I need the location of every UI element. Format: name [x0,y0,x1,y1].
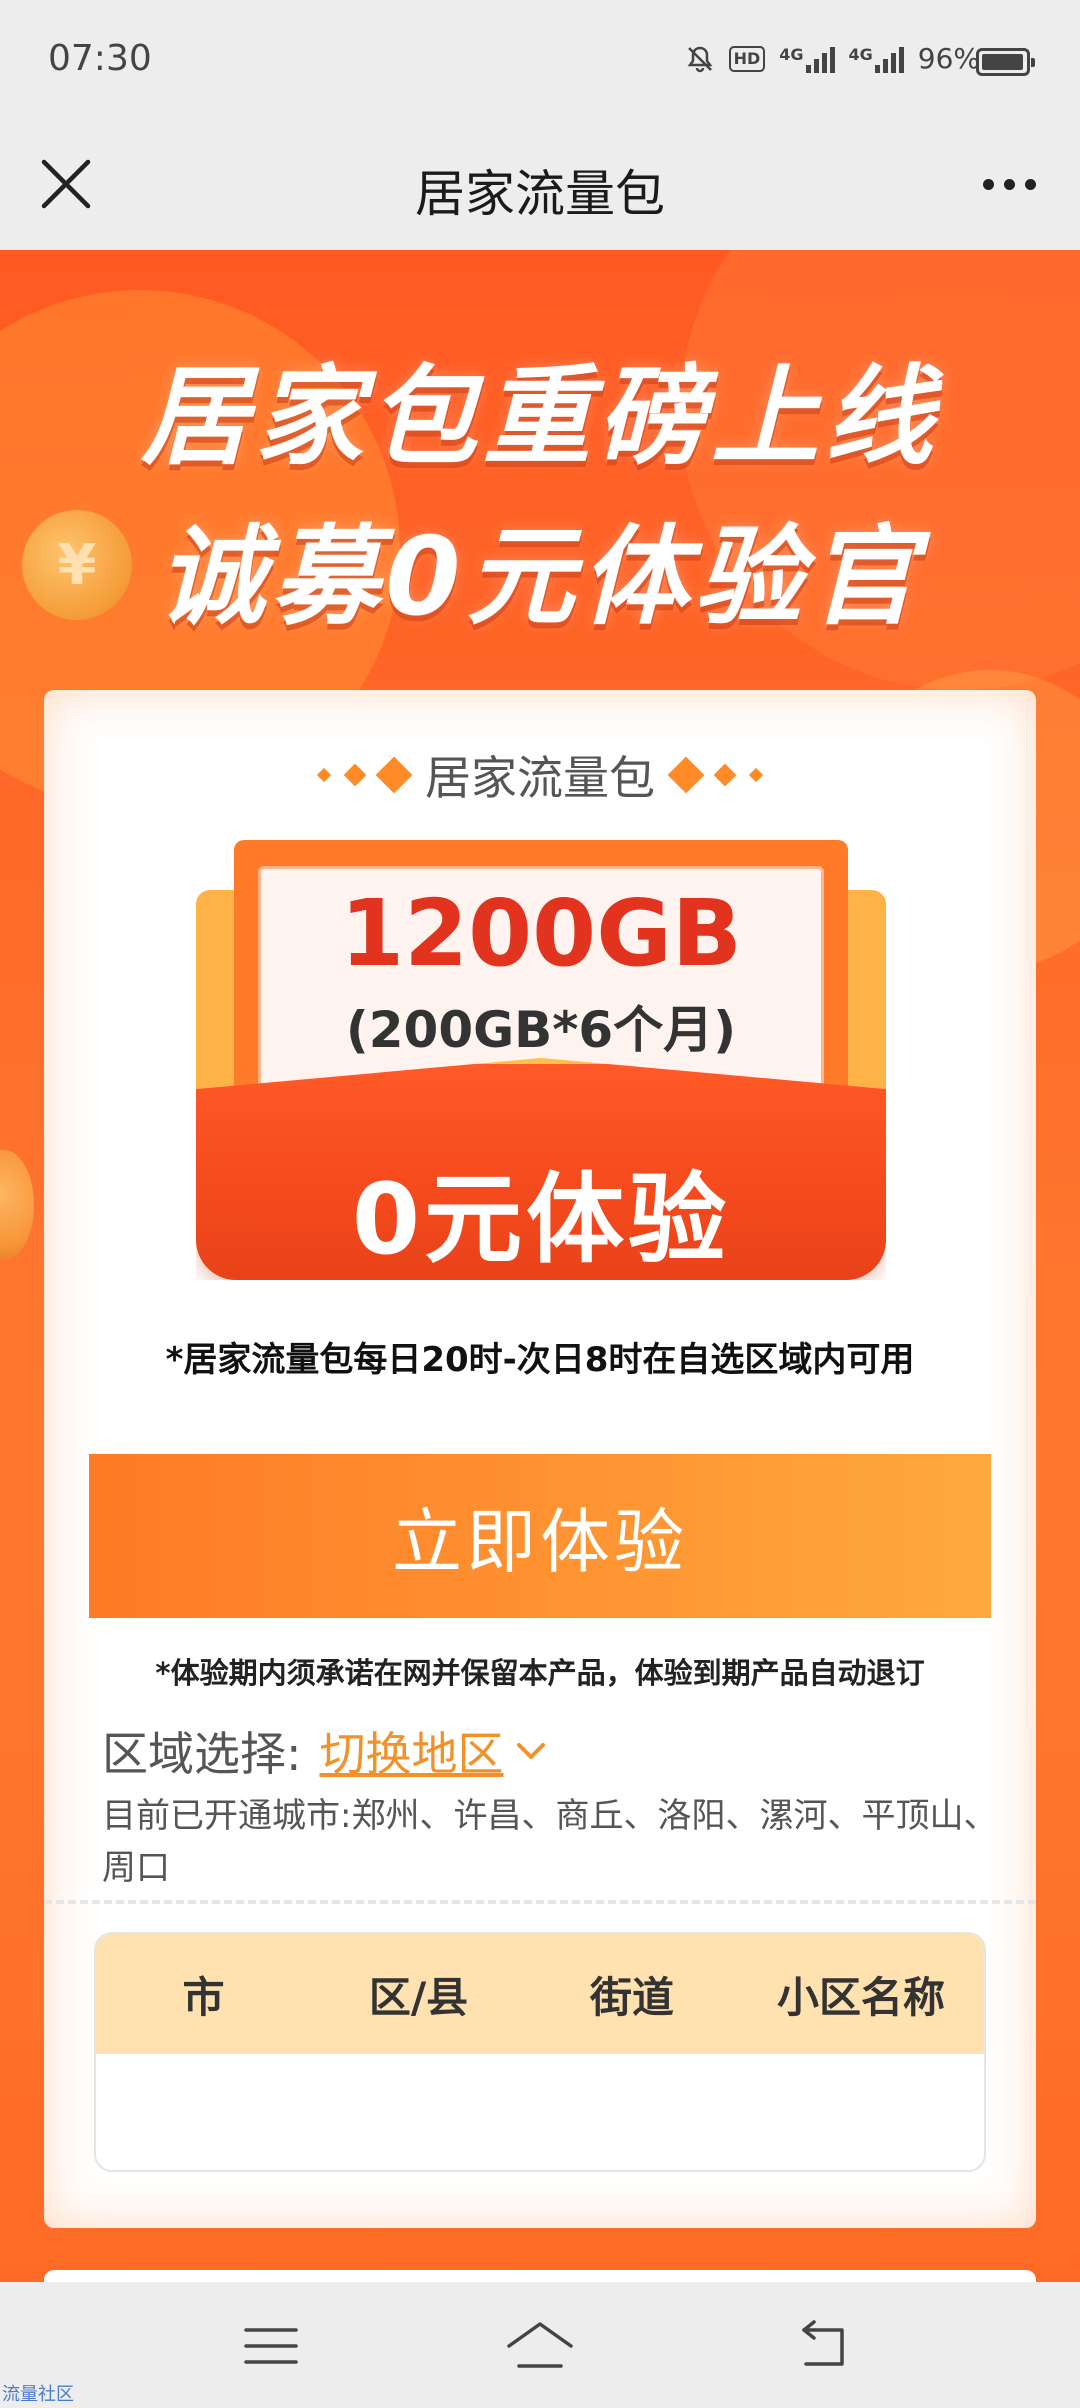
diamond-icon [343,763,367,787]
card-title-text: 居家流量包 [425,751,655,805]
chevron-down-icon[interactable] [514,1734,548,1768]
package-envelope: 1200GB (200GB*6个月) 0元体验 [196,840,886,1280]
hd-icon: HD [728,45,766,72]
status-time: 07:30 [48,38,152,79]
package-price: 0元体验 [351,1163,731,1277]
diamond-icon [316,767,332,783]
signal-icon: 4G [849,45,904,73]
column-header-district: 区/县 [368,1972,469,2022]
mute-bell-icon [687,46,713,72]
status-bar: 07:30 HD 4G 4G 96% [0,0,1080,124]
network-type-label: 4G [779,44,804,64]
package-amount: 1200GB [340,880,742,987]
diamond-icon [667,756,705,794]
title-bar: 居家流量包 [0,124,1080,250]
page-title: 居家流量包 [415,165,665,223]
switch-region-link[interactable]: 切换地区 [320,1718,504,1784]
table-header: 市 区/县 街道 小区名称 [96,1934,984,2054]
offer-card: 居家流量包 1200GB (200GB*6个月) 0元体验 *居家流量包每日20… [44,690,1036,2228]
region-selector: 区域选择: 切换地区 [102,1718,548,1784]
coin-icon [0,1150,34,1260]
main-content: ¥ 居家包重磅上线 诚募0元体验官 居家流量包 1200GB (200GB*6个… [0,250,1080,2282]
battery-icon [976,48,1035,76]
menu-icon[interactable] [236,2318,306,2374]
usage-note: *居家流量包每日20时-次日8时在自选区域内可用 [165,1340,915,1380]
try-now-button[interactable]: 立即体验 [89,1454,991,1618]
back-icon[interactable] [790,2318,860,2374]
column-header-city: 市 [182,1972,225,2022]
next-card-edge [44,2270,1036,2282]
dashed-divider [44,1900,1036,1904]
battery-percent: 96% [917,42,980,75]
more-icon[interactable] [974,154,1044,214]
status-icons: HD 4G 4G 96% [685,42,980,75]
column-header-street: 街道 [589,1972,674,2022]
card-title: 居家流量包 [44,742,1036,808]
banner-headline-line1: 居家包重磅上线 [140,355,939,480]
open-cities-text: 目前已开通城市:郑州、许昌、商丘、洛阳、漯河、平顶山、周口 [102,1796,998,1888]
address-table: 市 区/县 街道 小区名称 [94,1932,986,2172]
home-icon[interactable] [505,2318,575,2374]
diamond-icon [713,763,737,787]
commitment-note: *体验期内须承诺在网并保留本产品，体验到期产品自动退订 [155,1656,925,1690]
banner-headline-line2: 诚募0元体验官 [157,515,923,640]
network-type-label: 4G [848,44,873,64]
diamond-icon [748,767,764,783]
region-label: 区域选择: [102,1727,302,1781]
signal-icon: 4G [779,44,835,73]
system-nav-bar: 流量社区 [0,2282,1080,2408]
column-header-community: 小区名称 [776,1972,945,2022]
watermark: 流量社区 [2,2384,74,2405]
package-detail: (200GB*6个月) [345,1001,737,1059]
diamond-icon [375,756,413,794]
